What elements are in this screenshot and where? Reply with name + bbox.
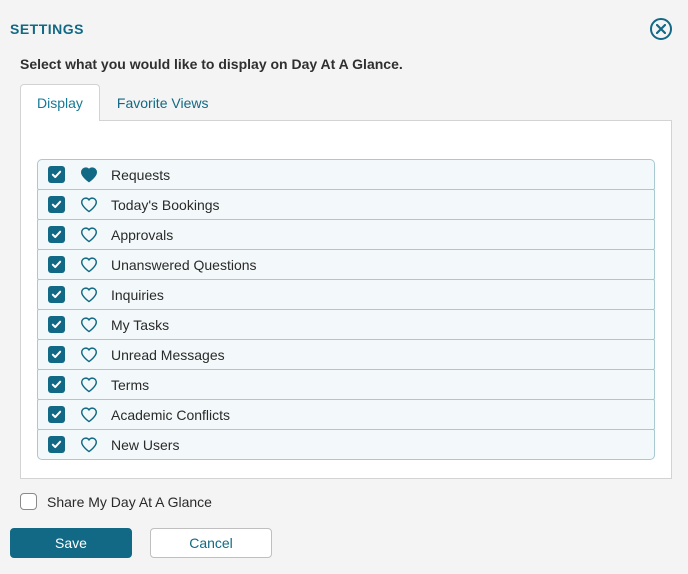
item-checkbox[interactable] (48, 346, 65, 363)
item-label: Approvals (111, 227, 173, 243)
heart-outline-icon[interactable] (79, 315, 99, 335)
heart-outline-icon[interactable] (79, 285, 99, 305)
display-list: Requests Today's Bookings Approvals Unanswe… (37, 159, 655, 460)
settings-modal: SETTINGS Select what you would like to d… (0, 0, 688, 574)
heart-outline-icon[interactable] (79, 405, 99, 425)
list-item[interactable]: Unanswered Questions (37, 249, 655, 280)
close-button[interactable] (650, 18, 672, 40)
list-item[interactable]: Inquiries (37, 279, 655, 310)
share-row: Share My Day At A Glance (20, 493, 672, 510)
heart-filled-icon[interactable] (79, 165, 99, 185)
heart-outline-icon[interactable] (79, 435, 99, 455)
item-label: Requests (111, 167, 170, 183)
close-icon (656, 24, 666, 34)
list-item[interactable]: Today's Bookings (37, 189, 655, 220)
heart-outline-icon[interactable] (79, 345, 99, 365)
item-label: Today's Bookings (111, 197, 220, 213)
item-checkbox[interactable] (48, 316, 65, 333)
item-checkbox[interactable] (48, 436, 65, 453)
item-checkbox[interactable] (48, 196, 65, 213)
heart-outline-icon[interactable] (79, 375, 99, 395)
item-checkbox[interactable] (48, 376, 65, 393)
item-label: Academic Conflicts (111, 407, 230, 423)
item-label: New Users (111, 437, 179, 453)
list-item[interactable]: Requests (37, 159, 655, 190)
heart-outline-icon[interactable] (79, 255, 99, 275)
item-label: Inquiries (111, 287, 164, 303)
item-checkbox[interactable] (48, 286, 65, 303)
tabs: DisplayFavorite Views (20, 84, 672, 121)
list-item[interactable]: Unread Messages (37, 339, 655, 370)
tab-display[interactable]: Display (20, 84, 100, 121)
item-label: Unread Messages (111, 347, 225, 363)
list-item[interactable]: Academic Conflicts (37, 399, 655, 430)
tab-favorite-views[interactable]: Favorite Views (100, 84, 226, 121)
heart-outline-icon[interactable] (79, 195, 99, 215)
item-checkbox[interactable] (48, 256, 65, 273)
modal-title: SETTINGS (10, 21, 84, 37)
share-label: Share My Day At A Glance (47, 494, 212, 510)
item-label: Unanswered Questions (111, 257, 257, 273)
list-item[interactable]: New Users (37, 429, 655, 460)
list-item[interactable]: Approvals (37, 219, 655, 250)
share-checkbox[interactable] (20, 493, 37, 510)
item-checkbox[interactable] (48, 166, 65, 183)
list-item[interactable]: My Tasks (37, 309, 655, 340)
item-label: Terms (111, 377, 149, 393)
display-panel: Requests Today's Bookings Approvals Unanswe… (20, 121, 672, 479)
modal-subtitle: Select what you would like to display on… (20, 56, 672, 72)
item-label: My Tasks (111, 317, 169, 333)
list-item[interactable]: Terms (37, 369, 655, 400)
item-checkbox[interactable] (48, 406, 65, 423)
heart-outline-icon[interactable] (79, 225, 99, 245)
modal-header: SETTINGS (10, 18, 672, 40)
item-checkbox[interactable] (48, 226, 65, 243)
